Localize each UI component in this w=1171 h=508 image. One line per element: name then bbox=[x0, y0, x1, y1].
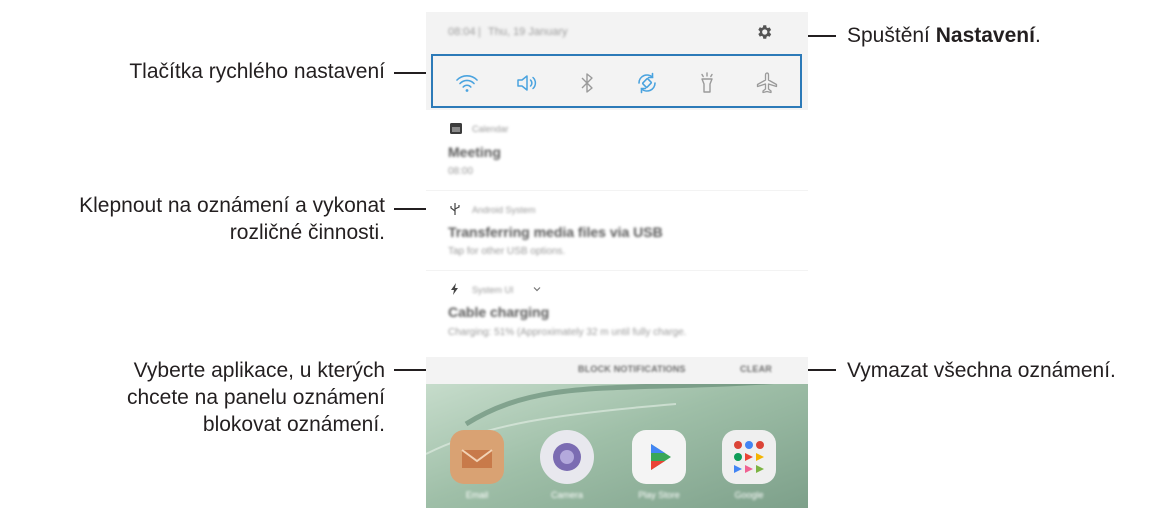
notification-title: Transferring media files via USB bbox=[448, 224, 663, 240]
clear-button[interactable]: CLEAR bbox=[740, 364, 772, 374]
app-label-google: Google bbox=[734, 490, 764, 500]
charging-bolt-icon bbox=[451, 283, 458, 295]
notification-card[interactable]: System UI Cable charging Charging: 51% (… bbox=[426, 271, 808, 357]
notification-body: Charging: 51% (Approximately 32 m until … bbox=[448, 327, 687, 338]
email-app-icon[interactable] bbox=[450, 430, 504, 484]
annotation-settings-prefix: Spuštění bbox=[847, 24, 936, 47]
wifi-icon[interactable] bbox=[455, 71, 479, 95]
annotation-settings-bold: Nastavení bbox=[935, 24, 1035, 47]
app-label-email: Email bbox=[465, 490, 489, 500]
annotation-notification-line1: Klepnout na oznámení a vykonat bbox=[79, 194, 385, 217]
home-screen: Email Camera Play Store Google bbox=[426, 384, 808, 508]
usb-icon bbox=[450, 203, 460, 215]
notification-title: Meeting bbox=[448, 144, 501, 160]
calendar-icon bbox=[450, 123, 462, 134]
annotation-block-line1: Vyberte aplikace, u kterých bbox=[133, 359, 385, 382]
app-label-play-store: Play Store bbox=[638, 490, 680, 500]
notification-body: Tap for other USB options. bbox=[448, 246, 566, 257]
airplane-mode-icon[interactable] bbox=[755, 71, 779, 95]
notification-card[interactable]: Android System Transferring media files … bbox=[426, 191, 808, 270]
annotation-notification: Klepnout na oznámení a vykonat rozličné … bbox=[79, 192, 385, 246]
annotation-quick-settings: Tlačítka rychlého nastavení bbox=[129, 60, 385, 83]
annotation-notification-line2: rozličné činnosti. bbox=[229, 221, 385, 244]
flashlight-icon[interactable] bbox=[695, 71, 719, 95]
notification-body: 08:00 bbox=[448, 166, 474, 177]
annotation-clear: Vymazat všechna oznámení. bbox=[847, 359, 1116, 382]
annotation-block-line3: blokovat oznámení. bbox=[202, 413, 385, 436]
bluetooth-icon[interactable] bbox=[575, 71, 599, 95]
annotation-settings: Spuštění Nastavení. bbox=[847, 22, 1041, 49]
status-separator: | bbox=[478, 26, 481, 38]
status-time: 08:04 bbox=[448, 26, 476, 38]
google-folder-icon[interactable] bbox=[722, 430, 776, 484]
block-notifications-button[interactable]: BLOCK NOTIFICATIONS bbox=[578, 364, 686, 374]
annotation-settings-suffix: . bbox=[1034, 24, 1041, 47]
notification-title: Cable charging bbox=[448, 304, 550, 320]
notification-panel: 08:04 | Thu, 19 January Calendar Meeting… bbox=[426, 12, 808, 508]
annotation-block-notifications: Vyberte aplikace, u kterých chcete na pa… bbox=[127, 357, 385, 438]
status-bar: 08:04 | Thu, 19 January bbox=[426, 12, 808, 54]
notification-actions: BLOCK NOTIFICATIONS CLEAR bbox=[426, 358, 808, 384]
annotation-block-line2: chcete na panelu oznámení bbox=[126, 386, 385, 409]
app-label-camera: Camera bbox=[550, 490, 583, 500]
notification-card[interactable]: Calendar Meeting 08:00 bbox=[426, 110, 808, 190]
gear-icon[interactable] bbox=[755, 23, 773, 41]
chevron-down-icon[interactable] bbox=[532, 284, 542, 294]
sound-icon[interactable] bbox=[515, 71, 539, 95]
play-store-app-icon[interactable] bbox=[632, 430, 686, 484]
notification-app-name: System UI bbox=[472, 285, 514, 295]
notification-app-name: Calendar bbox=[472, 124, 509, 134]
auto-rotate-icon[interactable] bbox=[635, 71, 659, 95]
camera-app-icon[interactable] bbox=[540, 430, 594, 484]
notification-app-name: Android System bbox=[472, 205, 536, 215]
status-date: Thu, 19 January bbox=[488, 26, 568, 38]
quick-settings-bar bbox=[431, 54, 802, 108]
